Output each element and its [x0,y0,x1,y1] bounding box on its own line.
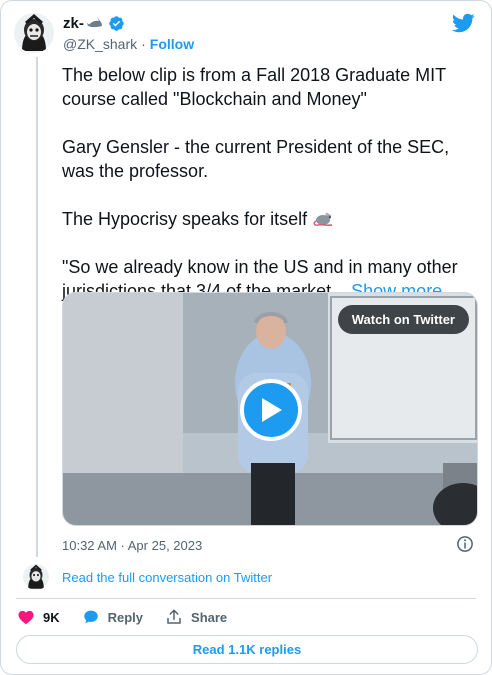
thread-connector-line [36,57,38,557]
author-handle[interactable]: @ZK_shark [63,36,137,52]
author-avatar[interactable] [14,13,54,53]
rat-emoji-icon [312,209,334,226]
like-button[interactable]: 9K [17,608,60,626]
share-button[interactable]: Share [165,608,227,626]
author-name-row[interactable]: zk- [63,13,125,33]
conversation-avatar[interactable] [23,564,49,590]
tweet-paragraph-3: The Hypocrisy speaks for itself [62,207,480,231]
tweet-paragraph-1: The below clip is from a Fall 2018 Gradu… [62,65,451,109]
like-count: 9K [43,609,60,625]
handle-separator: · [141,36,146,52]
reply-button[interactable]: Reply [82,608,143,626]
share-icon [167,609,181,624]
shark-emoji-icon [86,16,103,30]
reply-label: Reply [107,609,144,625]
play-icon[interactable] [240,379,302,441]
twitter-logo-icon[interactable] [451,11,475,35]
author-name[interactable]: zk- [63,15,84,32]
share-label: Share [191,609,228,625]
author-handle-row: @ZK_shark · Follow [63,36,194,52]
watch-on-twitter-button[interactable]: Watch on Twitter [337,305,469,334]
read-replies-button[interactable]: Read 1.1K replies [16,635,478,664]
reply-bubble-icon [83,610,98,624]
divider [16,598,476,599]
tweet-timestamp[interactable]: 10:32 AM · Apr 25, 2023 [62,538,202,553]
verified-badge-icon [108,15,125,32]
info-icon[interactable] [456,535,474,553]
tweet-text: The below clip is from a Fall 2018 Gradu… [62,63,480,303]
tweet-card: zk- @ZK_shark · Follow The below clip is… [0,0,492,675]
tweet-paragraph-3-text: The Hypocrisy speaks for itself [62,209,308,229]
video-thumbnail[interactable]: Watch on Twitter [62,292,478,526]
follow-button[interactable]: Follow [150,36,194,52]
tweet-paragraph-2: Gary Gensler - the current President of … [62,137,455,181]
heart-icon [18,610,34,625]
tweet-actions: 9K Reply Share [17,607,249,627]
read-conversation-link[interactable]: Read the full conversation on Twitter [62,570,272,585]
